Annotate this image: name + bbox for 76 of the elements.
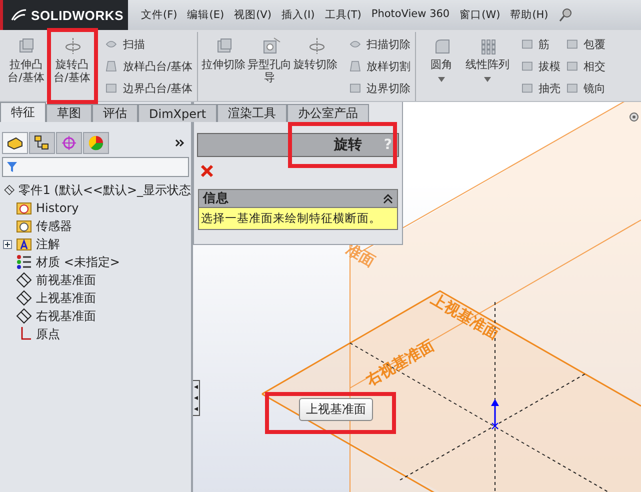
ribbon-button[interactable]: 放样凸台/基体 bbox=[104, 56, 193, 78]
tab[interactable]: 评估 bbox=[92, 104, 138, 122]
view-icon[interactable] bbox=[629, 112, 639, 122]
plane-icon bbox=[16, 308, 32, 324]
part-icon bbox=[7, 136, 23, 150]
ribbon-button[interactable]: 旋转凸台/基体 bbox=[50, 32, 94, 101]
origin-axis-icon bbox=[491, 399, 499, 430]
menu-item[interactable]: PhotoView 360 bbox=[366, 8, 455, 22]
sensor-icon bbox=[16, 218, 32, 234]
ribbon-button[interactable]: 扫描切除 bbox=[348, 34, 411, 56]
info-message: 选择一基准面来绘制特征横断面。 bbox=[199, 207, 397, 229]
hierarchy-icon bbox=[34, 135, 50, 151]
tree-item[interactable]: 右视基准面 bbox=[36, 308, 96, 324]
menu-item[interactable]: 帮助(H) bbox=[505, 8, 554, 22]
filter-icon bbox=[6, 161, 18, 173]
tooltip: 上视基准面 bbox=[299, 398, 373, 421]
tab[interactable]: 草图 bbox=[46, 104, 92, 122]
annotation-icon bbox=[16, 236, 32, 252]
ribbon-button[interactable]: 边界切除 bbox=[348, 78, 411, 100]
tab[interactable]: 办公室产品 bbox=[287, 104, 370, 122]
close-icon[interactable] bbox=[200, 164, 214, 178]
menu-item[interactable]: 文件(F) bbox=[136, 8, 182, 22]
ribbon-button[interactable]: 放样切割 bbox=[348, 56, 411, 78]
arrow-icon bbox=[194, 384, 198, 389]
ribbon-button[interactable]: 旋转切除 bbox=[294, 32, 338, 101]
double-chevron-icon bbox=[175, 138, 185, 146]
app-logo: SOLIDWORKS bbox=[0, 0, 128, 30]
tree-item[interactable]: 原点 bbox=[36, 326, 60, 342]
appearance-tab[interactable] bbox=[83, 132, 109, 154]
filter-field[interactable] bbox=[2, 157, 189, 177]
plane-label: 右视基准面 bbox=[363, 336, 437, 390]
history-icon bbox=[16, 200, 32, 216]
ribbon-button[interactable]: 拉伸切除 bbox=[202, 32, 246, 101]
ribbon-button[interactable]: 相交 bbox=[564, 56, 606, 78]
material-icon bbox=[16, 254, 32, 270]
ribbon-button[interactable]: 扫描 bbox=[104, 34, 193, 56]
tree-item[interactable]: 前视基准面 bbox=[36, 272, 96, 288]
tab[interactable]: 渲染工具 bbox=[217, 104, 288, 122]
ds-logo-icon bbox=[11, 8, 27, 22]
tree-item[interactable]: 材质 <未指定> bbox=[36, 254, 120, 270]
ribbon-button[interactable]: 拔模 bbox=[520, 56, 561, 78]
menu-item[interactable]: 视图(V) bbox=[229, 8, 276, 22]
menu-item[interactable]: 插入(I) bbox=[276, 8, 320, 22]
plane-icon bbox=[16, 290, 32, 306]
ribbon-button[interactable]: 线性阵列 bbox=[466, 32, 510, 101]
tree-item[interactable]: 传感器 bbox=[36, 218, 72, 234]
ribbon-button[interactable]: 圆角 bbox=[420, 32, 464, 101]
tree-item[interactable]: 零件1 (默认<<默认>_显示状态 bbox=[18, 182, 191, 198]
ribbon-button[interactable]: 筋 bbox=[520, 34, 561, 56]
ribbon-button[interactable]: 包覆 bbox=[564, 34, 606, 56]
collapse-icon[interactable] bbox=[383, 194, 393, 204]
tree-item[interactable]: History bbox=[36, 201, 79, 215]
panel-title: 旋转 bbox=[334, 136, 362, 154]
tree-item[interactable]: 注解 bbox=[36, 236, 60, 252]
expand-icon[interactable] bbox=[3, 240, 12, 248]
property-tab[interactable] bbox=[29, 132, 55, 154]
color-ball-icon bbox=[88, 135, 104, 151]
ribbon-button[interactable]: 镜向 bbox=[564, 78, 606, 100]
ribbon-button[interactable]: 抽壳 bbox=[520, 78, 561, 100]
ribbon-button[interactable]: 拉伸凸台/基体 bbox=[4, 32, 48, 101]
ribbon-button[interactable]: 边界凸台/基体 bbox=[104, 78, 193, 100]
arrow-icon bbox=[194, 407, 198, 412]
arrow-icon bbox=[194, 396, 198, 400]
crosshair-icon bbox=[61, 135, 77, 151]
plane-icon bbox=[4, 182, 15, 198]
plane-icon bbox=[16, 272, 32, 288]
section-header[interactable]: 信息 bbox=[199, 190, 397, 207]
tab[interactable]: DimXpert bbox=[138, 104, 218, 122]
menu-item[interactable]: 工具(T) bbox=[320, 8, 366, 22]
ribbon-button[interactable]: 异型孔向导 bbox=[248, 32, 292, 101]
section-title: 信息 bbox=[203, 190, 229, 207]
tree-item[interactable]: 上视基准面 bbox=[36, 290, 96, 306]
feature-tree-tab[interactable] bbox=[2, 132, 28, 154]
menu-item[interactable]: 窗口(W) bbox=[454, 8, 506, 22]
menu-item[interactable]: 编辑(E) bbox=[182, 8, 230, 22]
tab[interactable]: 特征 bbox=[0, 102, 46, 122]
